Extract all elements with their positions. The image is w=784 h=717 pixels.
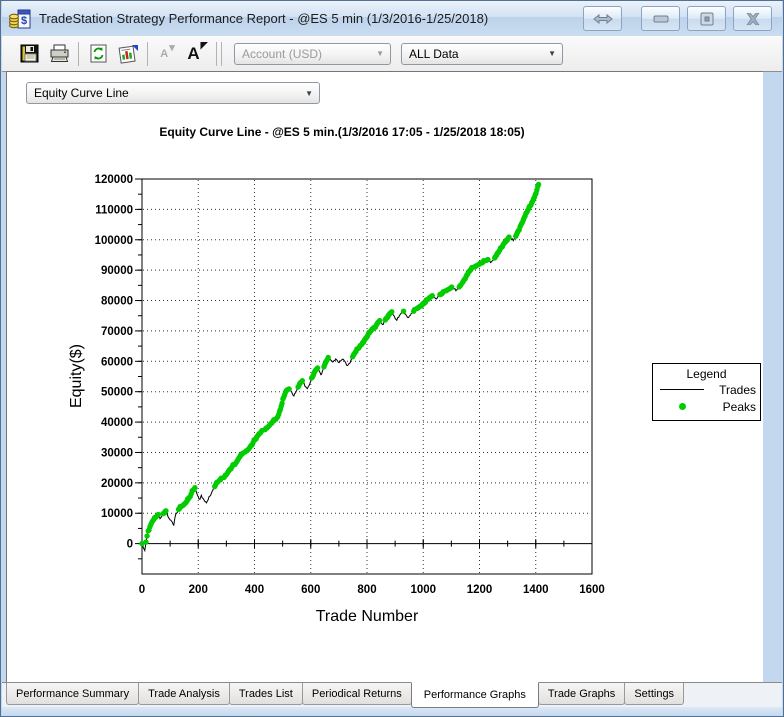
report-settings-button[interactable] bbox=[115, 41, 141, 67]
tab-periodical-returns[interactable]: Periodical Returns bbox=[301, 683, 412, 705]
y-tick-label: 80000 bbox=[101, 296, 133, 308]
chevron-down-icon: ▼ bbox=[548, 49, 556, 58]
y-tick-label: 120000 bbox=[95, 174, 133, 186]
report-tab-bar: Performance Summary Trade Analysis Trade… bbox=[2, 682, 782, 708]
close-button[interactable] bbox=[733, 6, 772, 31]
y-tick-label: 60000 bbox=[101, 356, 133, 368]
resize-horizontal-button[interactable] bbox=[583, 6, 622, 31]
toolbar-separator bbox=[147, 41, 148, 66]
y-tick-label: 50000 bbox=[101, 387, 133, 399]
increase-font-glyph: A bbox=[187, 43, 200, 63]
minimize-button[interactable] bbox=[641, 6, 680, 31]
peak-dot bbox=[400, 308, 407, 314]
x-tick-label: 400 bbox=[245, 584, 264, 596]
peak-dot bbox=[314, 365, 321, 371]
toolbar-separator bbox=[216, 41, 217, 66]
peak-dot bbox=[155, 511, 162, 518]
tab-settings[interactable]: Settings bbox=[624, 683, 685, 705]
app-icon: $ bbox=[9, 9, 31, 29]
peak-dot bbox=[376, 317, 383, 324]
y-tick-label: 20000 bbox=[101, 478, 133, 490]
x-tick-label: 800 bbox=[357, 584, 376, 596]
title-bar[interactable]: $ TradeStation Strategy Performance Repo… bbox=[2, 1, 782, 36]
restore-button[interactable] bbox=[687, 6, 726, 31]
peak-dot bbox=[389, 309, 395, 315]
y-tick-label: 100000 bbox=[95, 235, 133, 247]
toolbar: A ▾ A ◤ Account (USD) ▼ ALL Data ▼ bbox=[2, 36, 782, 72]
print-button[interactable] bbox=[46, 41, 72, 67]
peak-dot bbox=[143, 539, 149, 545]
account-dropdown[interactable]: Account (USD) ▼ bbox=[234, 42, 391, 65]
peaks-dot-swatch bbox=[678, 403, 686, 410]
chevron-down-icon: ▼ bbox=[376, 49, 384, 58]
account-dropdown-value: Account (USD) bbox=[242, 46, 323, 61]
legend-title: Legend bbox=[686, 367, 727, 381]
y-tick-label: 70000 bbox=[101, 326, 133, 338]
peak-dot bbox=[286, 386, 292, 392]
legend-label-peaks: Peaks bbox=[722, 399, 756, 414]
toolbar-separator bbox=[78, 41, 79, 66]
tab-performance-graphs[interactable]: Performance Graphs bbox=[410, 682, 539, 708]
increase-font-button[interactable]: A ◤ bbox=[184, 40, 210, 67]
peak-dot bbox=[485, 256, 491, 263]
tab-trade-analysis[interactable]: Trade Analysis bbox=[138, 683, 230, 705]
peak-dot bbox=[535, 181, 542, 188]
peak-dot bbox=[163, 508, 169, 514]
app-window: $ TradeStation Strategy Performance Repo… bbox=[0, 0, 784, 717]
y-tick-label: 30000 bbox=[101, 447, 133, 459]
window-title: TradeStation Strategy Performance Report… bbox=[39, 11, 489, 26]
peak-dot bbox=[144, 533, 150, 539]
peak-dot bbox=[429, 292, 435, 299]
x-tick-label: 0 bbox=[139, 584, 145, 596]
decrease-font-button[interactable]: A ▾ bbox=[154, 41, 180, 67]
equity-curve-chart: 0100002000030000400005000060000700008000… bbox=[95, 174, 605, 596]
y-tick-label: 10000 bbox=[101, 508, 133, 520]
tab-trades-list[interactable]: Trades List bbox=[228, 683, 303, 705]
legend-item-peaks: Peaks bbox=[653, 398, 760, 415]
y-tick-label: 110000 bbox=[95, 204, 133, 216]
peak-dot bbox=[506, 234, 512, 240]
y-tick-label: 0 bbox=[127, 539, 133, 551]
data-range-dropdown[interactable]: ALL Data ▼ bbox=[401, 42, 563, 65]
x-tick-label: 1200 bbox=[467, 584, 493, 596]
legend-label-trades: Trades bbox=[719, 382, 756, 397]
x-tick-label: 600 bbox=[301, 584, 320, 596]
decrease-font-glyph: A bbox=[160, 47, 169, 60]
window-bottom-border bbox=[2, 707, 782, 716]
y-tick-label: 40000 bbox=[101, 417, 133, 429]
report-pane: Equity Curve Line ▼ Equity Curve Line - … bbox=[6, 71, 763, 682]
save-button[interactable] bbox=[16, 41, 42, 67]
peak-dot bbox=[448, 284, 455, 290]
trades-line-swatch bbox=[660, 389, 704, 390]
refresh-button[interactable] bbox=[85, 41, 111, 67]
x-tick-label: 1400 bbox=[523, 584, 549, 596]
peak-dot bbox=[299, 378, 306, 384]
chart-legend: Legend Trades Peaks bbox=[652, 363, 761, 421]
x-tick-label: 1000 bbox=[410, 584, 436, 596]
x-tick-label: 1600 bbox=[579, 584, 605, 596]
y-tick-label: 90000 bbox=[101, 265, 133, 277]
toolbar-separator bbox=[221, 41, 222, 66]
peak-dot bbox=[192, 485, 198, 491]
peak-dot bbox=[325, 354, 331, 361]
tab-performance-summary[interactable]: Performance Summary bbox=[6, 683, 140, 705]
svg-text:$: $ bbox=[21, 15, 27, 27]
x-tick-label: 200 bbox=[189, 584, 208, 596]
legend-item-trades: Trades bbox=[653, 381, 760, 398]
tab-trade-graphs[interactable]: Trade Graphs bbox=[537, 683, 626, 705]
data-range-dropdown-value: ALL Data bbox=[409, 46, 459, 61]
